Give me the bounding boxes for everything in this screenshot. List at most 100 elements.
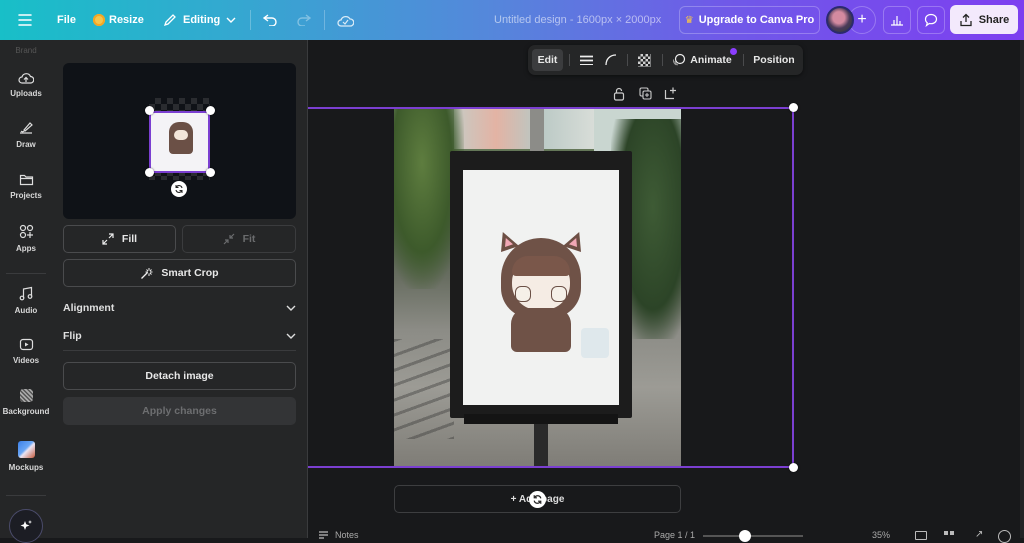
- rail-item-videos[interactable]: Videos: [0, 327, 52, 375]
- redo-icon: [297, 14, 311, 26]
- crown-icon: [93, 14, 105, 26]
- context-toolbar: Edit Animate Position: [528, 45, 803, 75]
- grid-view-icon[interactable]: [944, 531, 955, 540]
- rail-divider: [6, 495, 46, 496]
- rail-item-draw[interactable]: Draw: [0, 111, 52, 159]
- toolbar-divider: [627, 54, 628, 66]
- undo-button[interactable]: [263, 0, 278, 40]
- notes-button[interactable]: Notes: [319, 530, 359, 540]
- file-menu-button[interactable]: File: [57, 0, 76, 40]
- resize-label: Resize: [109, 14, 144, 26]
- rail-brand-label[interactable]: Brand: [0, 46, 52, 55]
- shrink-arrows-icon: [223, 233, 235, 245]
- add-element-button[interactable]: [664, 87, 678, 103]
- fit-button[interactable]: Fit: [182, 225, 296, 253]
- editing-mode-dropdown[interactable]: Editing: [163, 0, 236, 40]
- plus-icon: +: [857, 11, 867, 28]
- edit-label: Edit: [537, 54, 558, 66]
- apps-grid-plus-icon: [19, 224, 33, 238]
- help-icon[interactable]: [998, 530, 1011, 543]
- flip-section[interactable]: Flip: [63, 323, 296, 349]
- resize-handle-top-right[interactable]: [789, 103, 798, 112]
- animate-circles-icon: [673, 53, 686, 66]
- alignment-label: Alignment: [63, 302, 115, 314]
- comments-button[interactable]: [917, 6, 945, 34]
- user-avatar[interactable]: [826, 6, 854, 34]
- chevron-down-icon: [226, 17, 236, 23]
- transparency-button[interactable]: [634, 49, 654, 71]
- apply-changes-button[interactable]: Apply changes: [63, 397, 296, 425]
- cloud-saved-icon: [337, 15, 354, 27]
- insights-button[interactable]: [883, 6, 911, 34]
- position-label: Position: [753, 54, 795, 66]
- character-thumbnail: [169, 122, 193, 154]
- rail-item-audio[interactable]: Audio: [0, 276, 52, 324]
- crop-area[interactable]: [145, 98, 215, 180]
- edit-button[interactable]: Edit: [532, 49, 563, 71]
- border-lines-icon: [579, 55, 593, 65]
- rotate-crop-button[interactable]: [171, 181, 187, 197]
- video-play-icon: [19, 338, 33, 350]
- unlock-icon: [613, 87, 625, 101]
- rotate-icon: [175, 185, 183, 193]
- fullscreen-icon[interactable]: ↗: [975, 529, 983, 540]
- rail-item-projects[interactable]: Projects: [0, 162, 52, 210]
- crop-handle-bottom-right[interactable]: [206, 168, 215, 177]
- hamburger-icon: [18, 14, 32, 26]
- new-feature-dot: [730, 48, 737, 55]
- zoom-slider[interactable]: [703, 530, 803, 542]
- rail-item-uploads[interactable]: Uploads: [0, 60, 52, 108]
- border-style-button[interactable]: [576, 49, 596, 71]
- apply-label: Apply changes: [142, 405, 217, 417]
- crop-handle-bottom-left[interactable]: [145, 168, 154, 177]
- page-view-icon[interactable]: [915, 531, 927, 540]
- crop-handle-top-left[interactable]: [145, 106, 154, 115]
- resize-handle-bottom-right[interactable]: [789, 463, 798, 472]
- pen-draw-icon: [20, 122, 33, 134]
- expand-arrows-icon: [102, 233, 114, 245]
- save-status-button[interactable]: [337, 0, 354, 40]
- side-rail: Brand Uploads Draw Projects Apps Audio V…: [0, 40, 52, 543]
- smart-crop-button[interactable]: Smart Crop: [63, 259, 296, 287]
- rail-divider: [6, 273, 46, 274]
- main-menu-button[interactable]: [18, 0, 32, 40]
- crop-handle-top-right[interactable]: [206, 106, 215, 115]
- zoom-slider-thumb[interactable]: [739, 530, 751, 542]
- crown-icon: ♛: [684, 14, 694, 26]
- rail-item-background[interactable]: Background: [0, 378, 52, 426]
- rotate-handle[interactable]: [529, 491, 546, 508]
- panel-divider: [63, 350, 296, 351]
- zoom-level[interactable]: 35%: [872, 530, 890, 540]
- position-button[interactable]: Position: [750, 49, 798, 71]
- share-button[interactable]: Share: [950, 5, 1018, 34]
- selection-frame: [308, 107, 794, 468]
- fill-button[interactable]: Fill: [63, 225, 176, 253]
- duplicate-icon: [639, 87, 652, 100]
- lock-button[interactable]: [613, 87, 627, 103]
- duplicate-button[interactable]: [639, 87, 653, 103]
- detach-image-button[interactable]: Detach image: [63, 362, 296, 390]
- chevron-down-icon: [286, 333, 296, 339]
- design-title[interactable]: Untitled design - 1600px × 2000px: [494, 0, 661, 40]
- right-edge-scrollbar[interactable]: [1020, 40, 1024, 538]
- music-note-icon: [19, 286, 33, 300]
- magic-wand-icon: [141, 267, 153, 279]
- rail-item-mockups[interactable]: Mockups: [0, 432, 52, 480]
- rail-label: Draw: [16, 140, 36, 149]
- sparkles-icon: [20, 520, 32, 530]
- upgrade-button[interactable]: ♛ Upgrade to Canva Pro: [679, 6, 820, 34]
- page-indicator: Page 1 / 1: [654, 530, 696, 540]
- fill-label: Fill: [121, 233, 138, 245]
- animate-button[interactable]: Animate: [669, 49, 735, 71]
- toolbar-divider: [743, 54, 744, 66]
- corner-rounding-button[interactable]: [601, 49, 621, 71]
- chevron-down-icon: [286, 305, 296, 311]
- smart-crop-label: Smart Crop: [161, 267, 219, 279]
- rail-label: Uploads: [10, 88, 42, 98]
- resize-button[interactable]: Resize: [93, 0, 144, 40]
- rail-item-apps[interactable]: Apps: [0, 214, 52, 262]
- upgrade-label: Upgrade to Canva Pro: [698, 14, 815, 26]
- toolbar-divider: [324, 10, 325, 30]
- alignment-section[interactable]: Alignment: [63, 295, 296, 321]
- redo-button[interactable]: [296, 0, 311, 40]
